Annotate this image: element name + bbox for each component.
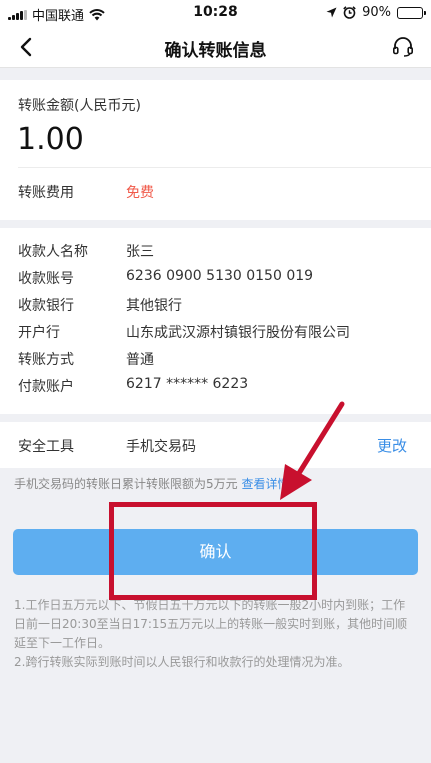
alarm-icon — [343, 6, 356, 19]
detail-value: 山东成武汉源村镇银行股份有限公司 — [126, 325, 350, 341]
limit-note-text: 手机交易码的转账日累计转账限额为5万元 — [14, 477, 238, 491]
amount-value: 1.00 — [17, 122, 84, 157]
detail-row: 开户行 山东成武汉源村镇银行股份有限公司 — [0, 322, 431, 344]
view-details-link[interactable]: 查看详情 — [241, 477, 289, 491]
security-tool-value: 手机交易码 — [126, 439, 196, 455]
detail-value: 张三 — [126, 244, 154, 260]
detail-value: 6236 0900 5130 0150 019 — [126, 268, 314, 284]
status-bar: 中国联通 10:28 90% — [0, 0, 431, 26]
transfer-notes: 1.工作日五万元以下、节假日五十万元以下的转账一般2小时内到账；工作日前一日20… — [14, 596, 414, 672]
detail-label: 收款账号 — [18, 271, 74, 287]
detail-value: 其他银行 — [126, 298, 182, 314]
detail-row: 收款账号 6236 0900 5130 0150 019 — [0, 268, 431, 290]
location-icon — [326, 7, 337, 18]
detail-row: 收款人名称 张三 — [0, 241, 431, 263]
note-item: 1.工作日五万元以下、节假日五十万元以下的转账一般2小时内到账；工作日前一日20… — [14, 598, 408, 650]
detail-row: 收款银行 其他银行 — [0, 295, 431, 317]
detail-label: 开户行 — [18, 325, 60, 341]
fee-label: 转账费用 — [18, 185, 74, 201]
detail-row: 转账方式 普通 — [0, 349, 431, 371]
fee-value: 免费 — [126, 185, 154, 201]
status-right: 90% — [326, 5, 426, 20]
battery-icon — [397, 6, 426, 19]
recipient-details: 收款人名称 张三 收款账号 6236 0900 5130 0150 019 收款… — [0, 228, 431, 414]
detail-label: 收款银行 — [18, 298, 74, 314]
divider — [18, 167, 431, 168]
detail-value: 6217 ****** 6223 — [126, 376, 249, 392]
security-tool-section: 安全工具 手机交易码 更改 — [0, 422, 431, 468]
limit-note: 手机交易码的转账日累计转账限额为5万元 查看详情 — [14, 475, 289, 492]
battery-percent: 90% — [362, 5, 391, 20]
amount-label: 转账金额(人民币元) — [18, 98, 141, 114]
note-item: 2.跨行转账实际到账时间以人民银行和收款行的处理情况为准。 — [14, 655, 350, 669]
confirm-button[interactable]: 确认 — [13, 529, 418, 575]
detail-label: 付款账户 — [18, 379, 74, 395]
security-tool-label: 安全工具 — [18, 439, 74, 455]
detail-row: 付款账户 6217 ****** 6223 — [0, 376, 431, 398]
detail-value: 普通 — [126, 352, 154, 368]
amount-section: 转账金额(人民币元) 1.00 转账费用 免费 — [0, 80, 431, 220]
headset-icon[interactable] — [391, 35, 415, 59]
detail-label: 转账方式 — [18, 352, 74, 368]
page-title: 确认转账信息 — [164, 41, 267, 61]
nav-bar: 确认转账信息 — [0, 26, 431, 68]
change-security-tool-link[interactable]: 更改 — [377, 435, 407, 456]
detail-label: 收款人名称 — [18, 244, 88, 260]
